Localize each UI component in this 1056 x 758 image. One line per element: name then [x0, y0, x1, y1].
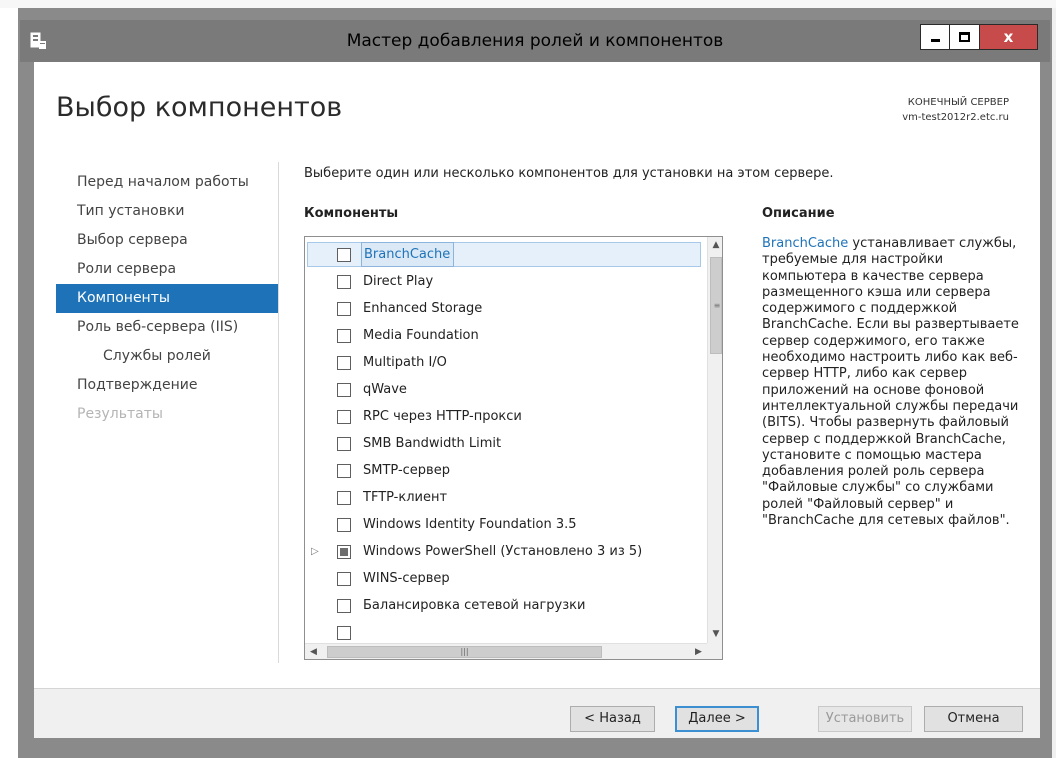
cancel-button[interactable]: Отмена	[924, 706, 1023, 732]
feature-checkbox[interactable]	[337, 491, 351, 505]
window-title: Мастер добавления ролей и компонентов	[346, 31, 724, 51]
feature-label: WINS-сервер	[363, 571, 450, 586]
grip-icon: |||	[460, 647, 469, 656]
feature-label: Direct Play	[363, 274, 434, 289]
grip-icon: ≡	[713, 301, 721, 310]
list-item[interactable]: Multipath I/O	[305, 349, 707, 376]
vertical-scroll-thumb[interactable]: ≡	[710, 257, 722, 354]
list-item[interactable]: TFTP-клиент	[305, 484, 707, 511]
description-text: устанавливает службы, требуемые для наст…	[762, 236, 1019, 529]
nav-item-results: Результаты	[77, 406, 163, 422]
nav-item-before-you-begin[interactable]: Перед началом работы	[56, 168, 278, 197]
feature-checkbox[interactable]	[337, 410, 351, 424]
nav-item-role-services[interactable]: Службы ролей	[56, 342, 278, 371]
nav-item-web-server-role[interactable]: Роль веб-сервера (IIS)	[56, 313, 278, 342]
instruction-text: Выберите один или несколько компонентов …	[304, 166, 834, 181]
page-title: Выбор компонентов	[56, 92, 343, 123]
feature-checkbox[interactable]	[337, 626, 351, 640]
vertical-scrollbar[interactable]: ▲ ≡ ▼	[707, 237, 722, 643]
destination-server-name: vm-test2012r2.etc.ru	[902, 112, 1009, 123]
feature-label: TFTP-клиент	[363, 490, 448, 505]
description-header: Описание	[762, 206, 835, 221]
feature-checkbox[interactable]	[337, 464, 351, 478]
feature-label: Media Foundation	[363, 328, 479, 343]
list-item-partial[interactable]	[305, 619, 707, 646]
desktop-edge	[1052, 8, 1056, 758]
feature-label: Windows PowerShell (Установлено 3 из 5)	[363, 544, 643, 559]
description-link[interactable]: BranchCache	[762, 236, 848, 251]
feature-checkbox-partial[interactable]	[337, 545, 351, 559]
maximize-icon	[959, 32, 970, 42]
feature-label: BranchCache	[361, 242, 455, 267]
feature-checkbox[interactable]	[337, 275, 351, 289]
components-tree: BranchCache Direct Play Enhanced Storage…	[305, 241, 707, 646]
feature-checkbox[interactable]	[337, 518, 351, 532]
maximize-button[interactable]	[950, 24, 980, 50]
scroll-left-icon[interactable]: ◀	[305, 644, 322, 659]
list-item[interactable]: SMTP-сервер	[305, 457, 707, 484]
feature-checkbox[interactable]	[337, 572, 351, 586]
feature-label: Балансировка сетевой нагрузки	[363, 598, 586, 613]
feature-label: qWave	[363, 382, 407, 397]
destination-server-label: КОНЕЧНЫЙ СЕРВЕР	[907, 97, 1009, 108]
feature-label: Windows Identity Foundation 3.5	[363, 517, 577, 532]
list-item[interactable]: Enhanced Storage	[305, 295, 707, 322]
title-bar[interactable]: Мастер добавления ролей и компонентов x	[20, 20, 1050, 62]
close-icon: x	[1003, 28, 1014, 46]
nav-divider	[278, 162, 279, 663]
list-item[interactable]: Windows Identity Foundation 3.5	[305, 511, 707, 538]
feature-label: SMTP-сервер	[363, 463, 450, 478]
feature-checkbox[interactable]	[337, 437, 351, 451]
nav-item-server-selection[interactable]: Выбор сервера	[56, 226, 278, 255]
list-item[interactable]: qWave	[305, 376, 707, 403]
feature-checkbox[interactable]	[337, 599, 351, 613]
next-button[interactable]: Далее >	[675, 706, 759, 732]
list-item[interactable]: WINS-сервер	[305, 565, 707, 592]
close-button[interactable]: x	[980, 24, 1038, 50]
feature-checkbox[interactable]	[337, 383, 351, 397]
feature-checkbox[interactable]	[337, 356, 351, 370]
expand-arrow-icon[interactable]: ▷	[311, 538, 319, 565]
horizontal-scroll-thumb[interactable]: |||	[327, 646, 602, 658]
list-item[interactable]: Media Foundation	[305, 322, 707, 349]
minimize-icon	[931, 39, 940, 42]
list-item[interactable]: ▷ Windows PowerShell (Установлено 3 из 5…	[305, 538, 707, 565]
nav-item-confirmation[interactable]: Подтверждение	[56, 371, 278, 400]
feature-checkbox[interactable]	[337, 329, 351, 343]
desktop-strip	[0, 0, 1056, 8]
list-item[interactable]: BranchCache	[305, 241, 707, 268]
list-item[interactable]: RPC через HTTP-прокси	[305, 403, 707, 430]
feature-label: Multipath I/O	[363, 355, 447, 370]
nav-item-installation-type[interactable]: Тип установки	[56, 197, 278, 226]
feature-label: RPC через HTTP-прокси	[363, 409, 522, 424]
list-item[interactable]: Балансировка сетевой нагрузки	[305, 592, 707, 619]
horizontal-scrollbar[interactable]: ◀ ||| ▶	[305, 643, 707, 659]
back-button[interactable]: < Назад	[570, 706, 655, 732]
install-button: Установить	[818, 706, 912, 732]
scroll-right-icon[interactable]: ▶	[690, 644, 707, 659]
minimize-button[interactable]	[920, 24, 950, 50]
wizard-navigation: Перед началом работы Тип установки Выбор…	[56, 168, 278, 429]
components-header: Компоненты	[304, 206, 399, 221]
scroll-up-icon[interactable]: ▲	[708, 237, 722, 254]
nav-item-server-roles[interactable]: Роли сервера	[56, 255, 278, 284]
nav-item-features[interactable]: Компоненты	[56, 284, 278, 313]
feature-label: Enhanced Storage	[363, 301, 483, 316]
scrollbar-corner	[707, 643, 722, 659]
scroll-down-icon[interactable]: ▼	[708, 626, 722, 643]
feature-label: SMB Bandwidth Limit	[363, 436, 502, 451]
feature-checkbox[interactable]	[337, 248, 351, 262]
list-item[interactable]: SMB Bandwidth Limit	[305, 430, 707, 457]
list-item[interactable]: Direct Play	[305, 268, 707, 295]
feature-checkbox[interactable]	[337, 302, 351, 316]
description-panel: BranchCache устанавливает службы, требуе…	[762, 236, 1024, 529]
components-list[interactable]: BranchCache Direct Play Enhanced Storage…	[304, 236, 723, 660]
